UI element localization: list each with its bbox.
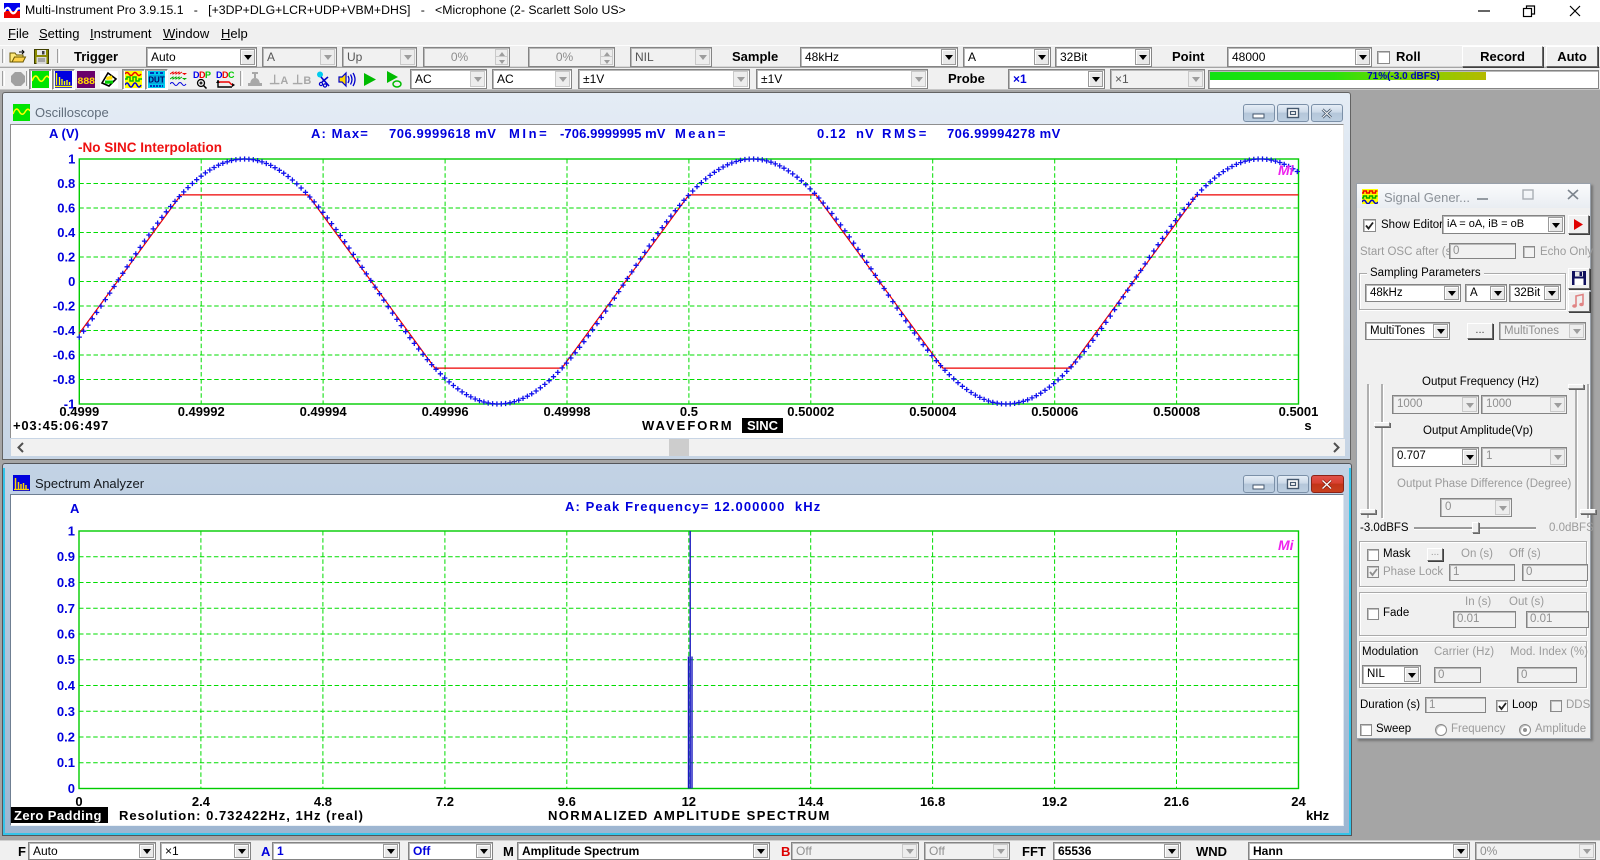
svg-text:0.50008: 0.50008 [1153,404,1200,419]
svg-text:WAVEFORM: WAVEFORM [642,418,734,433]
svg-text:0.49994: 0.49994 [300,404,348,419]
svg-text:0.4999: 0.4999 [59,404,99,419]
svg-text:0.9: 0.9 [57,549,75,564]
svg-text:-706.9999995 mV: -706.9999995 mV [560,126,666,141]
svg-text:kHz: kHz [1306,808,1330,823]
svg-text:706.9999618 mV: 706.9999618 mV [389,126,496,141]
svg-text:0.8: 0.8 [57,176,75,191]
svg-text:Zero Padding: Zero Padding [14,808,102,823]
svg-text:-0.2: -0.2 [53,299,75,314]
svg-text:0.6: 0.6 [57,201,75,216]
svg-text:0.6: 0.6 [57,627,75,642]
svg-text:0.50004: 0.50004 [909,404,957,419]
svg-text:2.4: 2.4 [192,794,211,809]
svg-text:0.3: 0.3 [57,704,75,719]
svg-text:+03:45:06:497: +03:45:06:497 [13,418,109,433]
svg-text:0.2: 0.2 [57,730,75,745]
svg-text:0: 0 [75,794,82,809]
svg-text:s: s [1304,418,1311,433]
svg-text:0.5: 0.5 [57,652,75,667]
svg-text:Mi: Mi [1278,537,1295,553]
svg-text:0.5001: 0.5001 [1279,404,1319,419]
svg-text:9.6: 9.6 [558,794,576,809]
svg-text:0: 0 [68,274,75,289]
svg-text:706.99994278 mV: 706.99994278 mV [947,126,1061,141]
svg-text:1: 1 [68,152,75,167]
svg-text:-0.4: -0.4 [53,323,76,338]
svg-text:0.12: 0.12 [817,126,847,141]
svg-text:0.4: 0.4 [57,225,76,240]
svg-text:Mean=: Mean= [675,126,728,141]
svg-text:0.5: 0.5 [680,404,698,419]
svg-text:0: 0 [68,781,75,796]
svg-text:19.2: 19.2 [1042,794,1067,809]
svg-text:P: P [205,70,211,80]
svg-text:0.50006: 0.50006 [1031,404,1078,419]
svg-text:1: 1 [68,524,75,539]
svg-text:DUT: DUT [148,76,165,85]
svg-text:A: Max=: A: Max= [311,126,369,141]
svg-text:0.50002: 0.50002 [787,404,834,419]
svg-text:7.2: 7.2 [436,794,454,809]
svg-text:-0.8: -0.8 [53,372,75,387]
svg-text:16.8: 16.8 [920,794,945,809]
svg-text:NORMALIZED AMPLITUDE SPECTRUM: NORMALIZED AMPLITUDE SPECTRUM [548,808,831,823]
svg-text:SINC: SINC [747,418,779,433]
svg-text:Resolution: 0.732422Hz, 1Hz (r: Resolution: 0.732422Hz, 1Hz (real) [119,808,364,823]
svg-text:nV: nV [856,126,875,141]
svg-text:0.49996: 0.49996 [422,404,469,419]
svg-text:21.6: 21.6 [1164,794,1189,809]
svg-text:888: 888 [77,76,95,88]
svg-text:A (V): A (V) [49,126,79,141]
svg-text:24: 24 [1291,794,1306,809]
svg-text:MIn=: MIn= [509,126,549,141]
svg-text:RMS=: RMS= [882,126,929,141]
svg-text:A: Peak Frequency= 12.000000: A: Peak Frequency= 12.000000 kHz [565,499,821,514]
svg-text:0.8: 0.8 [57,575,75,590]
svg-text:0.7: 0.7 [57,601,75,616]
svg-text:12: 12 [682,794,696,809]
svg-text:C: C [228,70,235,80]
svg-text:0.4: 0.4 [57,678,76,693]
svg-text:14.4: 14.4 [798,794,824,809]
svg-text:0.49992: 0.49992 [178,404,225,419]
svg-text:-No SINC Interpolation: -No SINC Interpolation [78,140,222,155]
svg-text:-0.6: -0.6 [53,348,75,363]
svg-text:A: A [70,501,80,516]
svg-text:4.8: 4.8 [314,794,332,809]
svg-text:0.49998: 0.49998 [544,404,591,419]
svg-text:0.2: 0.2 [57,250,75,265]
svg-text:0.1: 0.1 [57,755,75,770]
svg-text:Mi: Mi [1278,162,1295,178]
